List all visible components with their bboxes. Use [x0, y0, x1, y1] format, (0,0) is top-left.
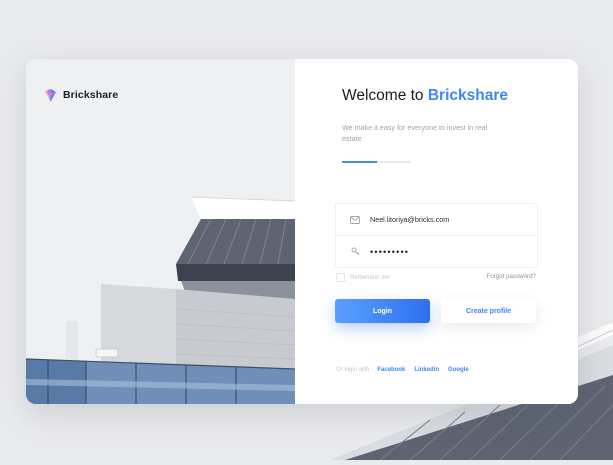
linkedin-login-link[interactable]: Linkedin: [414, 367, 439, 373]
welcome-title-accent: Brickshare: [427, 87, 508, 104]
key-icon: [349, 247, 361, 256]
password-row: [336, 236, 537, 267]
remember-checkbox[interactable]: [336, 273, 345, 282]
welcome-subtitle: We make it easy for everyone to invest i…: [342, 123, 488, 143]
password-field[interactable]: [370, 246, 520, 257]
email-field[interactable]: [370, 215, 520, 224]
onboarding-progress-fill: [342, 161, 377, 163]
social-login: Or login with Facebook Linkedin Google: [336, 367, 478, 373]
forgot-password-link[interactable]: Forgot password?: [486, 273, 536, 280]
brand-name: Brickshare: [63, 89, 119, 101]
welcome-title: Welcome to Brickshare: [342, 87, 508, 105]
brickshare-logo-icon: [44, 88, 57, 102]
email-row: [336, 204, 537, 236]
create-profile-button[interactable]: Create profile: [441, 299, 536, 323]
onboarding-progress: [342, 161, 411, 163]
login-button[interactable]: Login: [335, 299, 430, 323]
welcome-title-prefix: Welcome to: [342, 87, 428, 104]
remember-label: Remember me: [350, 274, 390, 281]
mail-icon: [349, 215, 361, 224]
brand: Brickshare: [44, 88, 118, 102]
login-panel: Welcome to Brickshare We make it easy fo…: [295, 59, 578, 404]
remember-me[interactable]: Remember me: [336, 273, 390, 282]
building-photo: Brickshare: [26, 59, 295, 404]
facebook-login-link[interactable]: Facebook: [377, 367, 405, 373]
credentials-group: [335, 203, 538, 268]
login-card: Brickshare Welcome to Brickshare We make…: [26, 59, 578, 404]
google-login-link[interactable]: Google: [448, 367, 469, 373]
social-login-prefix: Or login with: [336, 367, 370, 373]
